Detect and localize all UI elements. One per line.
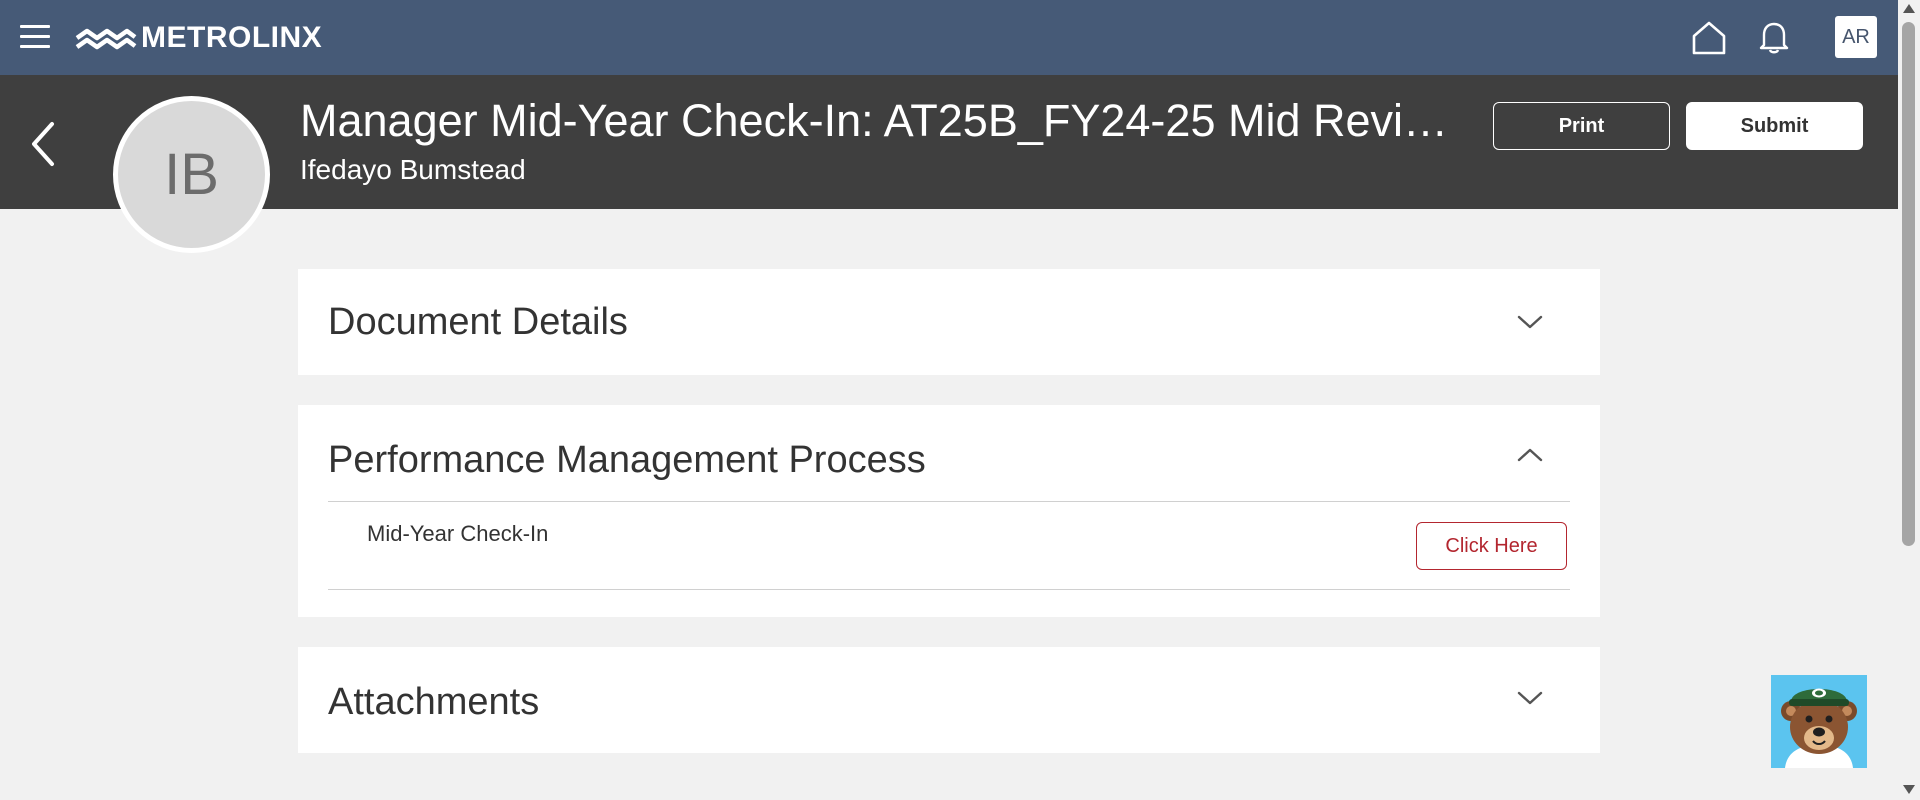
submit-button[interactable]: Submit [1686, 102, 1863, 150]
vertical-scrollbar[interactable] [1898, 0, 1920, 800]
employee-avatar: IB [113, 96, 270, 253]
chevron-down-icon[interactable] [1515, 312, 1545, 332]
section-divider [328, 501, 1570, 502]
chevron-up-icon[interactable] [1515, 445, 1545, 465]
mid-year-check-in-label: Mid-Year Check-In [367, 521, 549, 546]
bear-mascot-icon[interactable] [1771, 675, 1867, 768]
performance-management-title[interactable]: Performance Management Process [328, 436, 926, 484]
click-here-button[interactable]: Click Here [1416, 522, 1567, 570]
document-details-title[interactable]: Document Details [328, 298, 628, 346]
bear-mascot-image [1781, 688, 1857, 768]
user-avatar-button[interactable]: AR [1835, 16, 1877, 58]
scroll-up-arrow-icon[interactable] [1903, 4, 1915, 13]
chevron-down-icon[interactable] [1515, 688, 1545, 708]
scrollbar-thumb[interactable] [1902, 22, 1915, 546]
metrolinx-logo[interactable]: METROLINX [75, 20, 322, 56]
top-nav-bar: METROLINX AR [0, 0, 1898, 75]
metrolinx-logo-icon [75, 28, 137, 50]
attachments-title[interactable]: Attachments [328, 678, 539, 726]
brand-name: METROLINX [141, 21, 323, 54]
employee-name: Ifedayo Bumstead [300, 154, 526, 185]
hamburger-menu-icon[interactable] [20, 25, 50, 49]
performance-management-panel: Performance Management Process Mid-Year … [298, 405, 1600, 617]
bell-icon[interactable] [1758, 19, 1790, 55]
attachments-panel: Attachments [298, 647, 1600, 753]
page-header: Manager Mid-Year Check-In: AT25B_FY24-25… [0, 75, 1898, 209]
scroll-down-arrow-icon[interactable] [1903, 785, 1915, 794]
home-icon[interactable] [1690, 19, 1728, 57]
print-button[interactable]: Print [1493, 102, 1670, 150]
document-details-panel: Document Details [298, 269, 1600, 375]
page-title: Manager Mid-Year Check-In: AT25B_FY24-25… [300, 95, 1460, 146]
back-chevron-icon[interactable] [26, 119, 60, 169]
section-divider [328, 589, 1570, 590]
